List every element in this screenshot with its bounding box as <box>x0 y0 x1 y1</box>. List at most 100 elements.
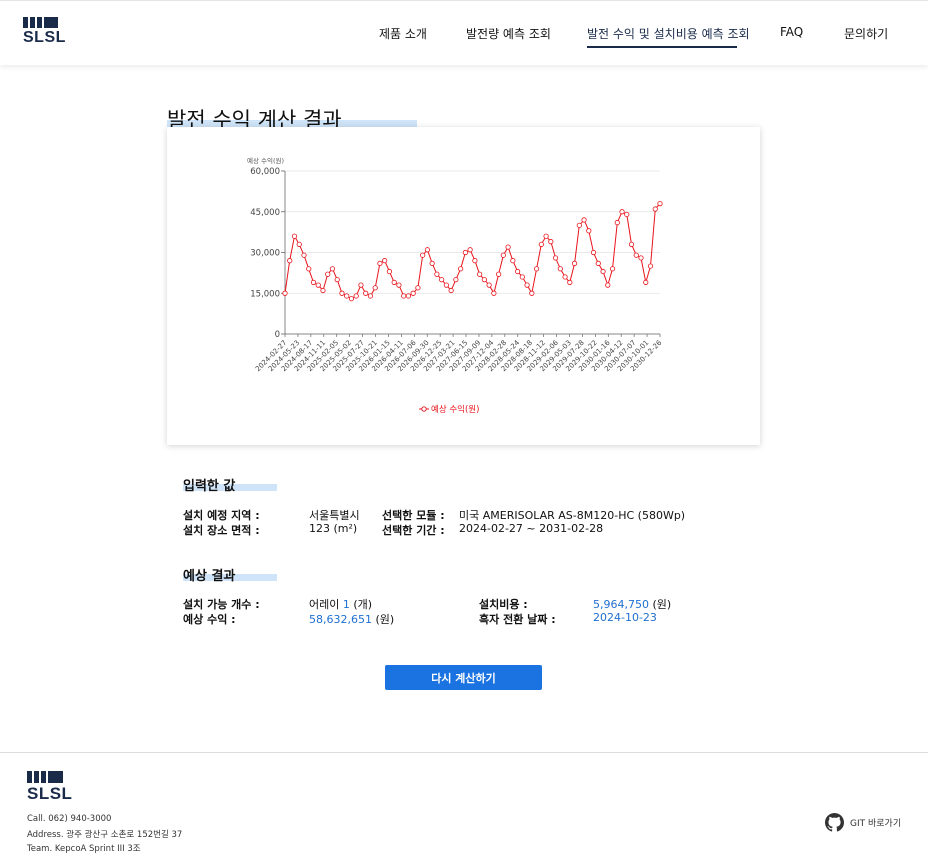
data-point <box>429 260 435 266</box>
footer-logo-bars-icon <box>27 771 72 783</box>
data-point <box>315 282 321 288</box>
region-label: 설치 예정 지역 : <box>183 509 260 522</box>
chart-legend[interactable]: 예상 수익(원) <box>419 404 479 415</box>
data-point <box>291 233 298 239</box>
y-tick-label: 60,000 <box>250 167 280 177</box>
cost-value: 5,964,750 (원) <box>593 596 671 612</box>
data-point <box>348 296 355 302</box>
data-point <box>529 290 535 296</box>
active-nav-underline <box>587 46 737 48</box>
data-point <box>405 293 412 299</box>
data-point <box>434 271 440 277</box>
data-point <box>282 290 288 296</box>
nav-faq[interactable]: FAQ <box>780 25 803 39</box>
module-label: 선택한 모듈 : <box>382 509 445 522</box>
data-point <box>462 249 468 256</box>
data-point <box>467 247 473 253</box>
region-value: 서울특별시 <box>309 509 360 522</box>
nav-product-intro[interactable]: 제품 소개 <box>379 25 427 42</box>
data-point <box>567 279 573 285</box>
data-point <box>367 293 374 299</box>
logo-bars-icon <box>23 17 66 28</box>
count-label: 설치 가능 개수 : <box>183 598 260 611</box>
data-point <box>443 282 449 288</box>
data-point <box>472 258 478 264</box>
data-point <box>396 282 402 288</box>
cost-label: 설치비용 : <box>479 598 528 611</box>
data-point <box>633 252 639 258</box>
data-point <box>524 282 530 288</box>
data-point <box>481 277 487 283</box>
data-point <box>372 285 378 291</box>
chart-gridlines <box>285 170 660 335</box>
data-point <box>382 258 388 264</box>
data-point <box>310 279 317 285</box>
data-point <box>576 222 582 228</box>
top-navbar: SLSL 제품 소개 발전량 예측 조회 발전 수익 및 설치비용 예측 조회 … <box>0 0 928 65</box>
data-point <box>477 271 483 277</box>
data-point <box>600 268 606 275</box>
data-point <box>505 244 511 250</box>
data-point <box>415 285 421 291</box>
data-point <box>458 266 464 272</box>
breakeven-label: 흑자 전환 날짜 : <box>479 613 556 626</box>
data-point <box>287 258 293 264</box>
data-point <box>605 282 611 288</box>
inputs-section-title: 입력한 값 <box>183 479 236 494</box>
data-point <box>533 266 540 272</box>
data-point <box>557 266 563 272</box>
chart-card: 예상 수익(원) 0 15,000 30,000 45,000 60,000 2024-… <box>167 127 760 445</box>
data-point <box>581 217 587 223</box>
data-point <box>296 241 302 247</box>
revenue-value: 58,632,651 (원) <box>309 611 394 627</box>
data-point <box>325 271 331 277</box>
github-icon <box>825 813 844 832</box>
data-point <box>586 228 592 234</box>
data-point <box>647 263 654 269</box>
data-point <box>496 271 502 277</box>
y-axis-ticks: 0 15,000 30,000 45,000 60,000 <box>250 167 286 340</box>
data-point <box>420 252 426 258</box>
y-tick-label: 45,000 <box>250 208 280 218</box>
data-point <box>486 282 492 288</box>
footer-team: Team. KepcoA Sprint III 3조 <box>27 844 141 854</box>
data-point <box>548 239 554 245</box>
data-point <box>344 293 350 299</box>
data-point <box>609 266 616 272</box>
footer-logo[interactable]: SLSL <box>27 771 72 804</box>
revenue-line-chart: 예상 수익(원) 0 15,000 30,000 45,000 60,000 2024-… <box>247 156 664 415</box>
nav-generation-forecast[interactable]: 발전량 예측 조회 <box>466 25 551 42</box>
area-value: 123 (m²) <box>309 522 358 535</box>
nav-revenue-cost-forecast[interactable]: 발전 수익 및 설치비용 예측 조회 <box>587 25 750 42</box>
data-point <box>543 233 549 239</box>
data-point <box>514 268 521 275</box>
footer-call: Call. 062) 940-3000 <box>27 814 112 824</box>
nav-contact[interactable]: 문의하기 <box>844 25 888 42</box>
footer-logo-text: SLSL <box>27 784 73 803</box>
array-count: 1 <box>342 598 350 611</box>
data-point <box>643 279 649 285</box>
data-point <box>652 206 658 212</box>
data-point <box>491 290 497 296</box>
data-point <box>301 252 307 258</box>
count-unit: (개) <box>353 598 373 611</box>
data-point <box>410 290 416 296</box>
data-point <box>448 287 454 294</box>
site-footer <box>0 752 928 856</box>
data-point <box>329 266 336 272</box>
data-point <box>363 290 369 296</box>
y-tick-label: 30,000 <box>250 249 280 259</box>
data-point <box>657 201 663 207</box>
site-logo[interactable]: SLSL <box>23 17 66 47</box>
recalculate-button[interactable]: 다시 계산하기 <box>385 665 542 690</box>
data-point <box>624 211 630 218</box>
git-link[interactable]: GIT 바로가기 <box>825 813 901 832</box>
data-point <box>614 220 620 226</box>
data-point <box>510 258 516 264</box>
data-point <box>391 279 397 285</box>
data-point <box>353 293 359 299</box>
count-value: 어레이 1 (개) <box>309 596 372 612</box>
chart-series <box>282 201 663 302</box>
data-point <box>500 252 506 258</box>
y-axis-label: 예상 수익(원) <box>247 156 284 165</box>
